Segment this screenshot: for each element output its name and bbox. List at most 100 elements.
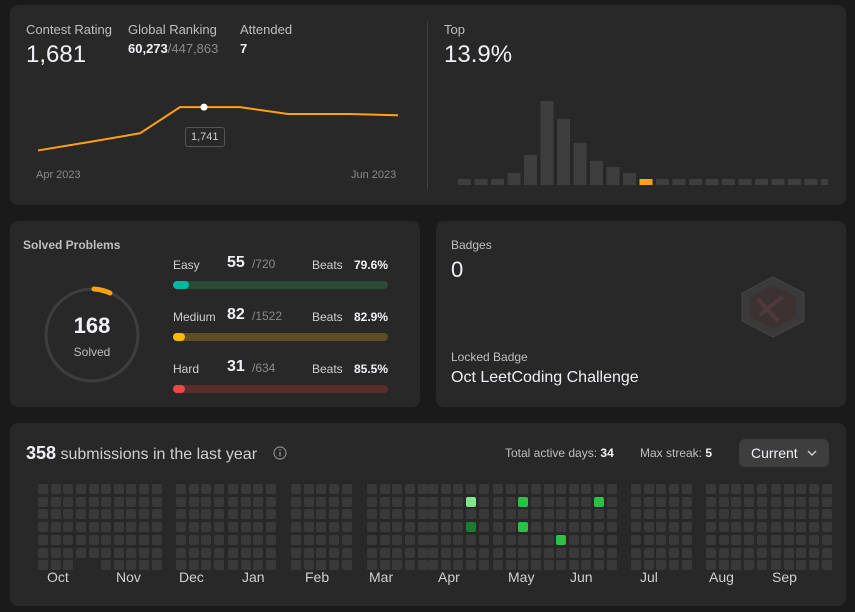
heatmap-cell[interactable] bbox=[101, 496, 111, 507]
histogram-bar[interactable] bbox=[656, 179, 669, 185]
heatmap-cell[interactable] bbox=[756, 522, 767, 533]
heatmap-cell[interactable] bbox=[303, 509, 314, 520]
heatmap-cell[interactable] bbox=[440, 509, 451, 520]
heatmap-cell[interactable] bbox=[417, 509, 428, 520]
heatmap-cell[interactable] bbox=[50, 547, 61, 558]
heatmap-cell[interactable] bbox=[493, 522, 503, 533]
heatmap-cell[interactable] bbox=[771, 509, 781, 520]
heatmap-cell[interactable] bbox=[796, 522, 807, 533]
heatmap-cell[interactable] bbox=[50, 534, 61, 545]
heatmap-cell[interactable] bbox=[405, 560, 416, 571]
heatmap-cell[interactable] bbox=[568, 509, 579, 520]
heatmap-cell[interactable] bbox=[176, 547, 186, 558]
heatmap-cell[interactable] bbox=[783, 484, 794, 494]
heatmap-cell[interactable] bbox=[392, 496, 403, 507]
heatmap-cell[interactable] bbox=[809, 522, 820, 533]
heatmap-cell[interactable] bbox=[756, 547, 767, 558]
heatmap-cell[interactable] bbox=[505, 547, 516, 558]
heatmap-cell[interactable] bbox=[63, 484, 74, 494]
heatmap-cell[interactable] bbox=[76, 547, 87, 558]
heatmap-cell[interactable] bbox=[643, 522, 654, 533]
heatmap-cell[interactable] bbox=[417, 560, 428, 571]
heatmap-cell[interactable] bbox=[771, 522, 781, 533]
heatmap-cell[interactable] bbox=[706, 522, 716, 533]
heatmap-cell[interactable] bbox=[405, 547, 416, 558]
heatmap-cell[interactable] bbox=[493, 509, 503, 520]
heatmap-cell[interactable] bbox=[76, 496, 87, 507]
heatmap-cell[interactable] bbox=[771, 547, 781, 558]
histogram-bar[interactable] bbox=[474, 179, 488, 185]
heatmap-cell[interactable] bbox=[303, 522, 314, 533]
heatmap-cell[interactable] bbox=[428, 534, 438, 545]
heatmap-cell[interactable] bbox=[656, 547, 667, 558]
heatmap-cell[interactable] bbox=[291, 534, 301, 545]
heatmap-cell[interactable] bbox=[681, 560, 692, 571]
heatmap-cell[interactable] bbox=[329, 522, 340, 533]
heatmap-cell[interactable] bbox=[681, 522, 692, 533]
heatmap-cell[interactable] bbox=[139, 496, 150, 507]
heatmap-cell[interactable] bbox=[291, 484, 301, 494]
heatmap-cell[interactable] bbox=[379, 534, 390, 545]
heatmap-cell[interactable] bbox=[606, 522, 617, 533]
heatmap-cell[interactable] bbox=[379, 496, 390, 507]
heatmap-cell[interactable] bbox=[681, 509, 692, 520]
heatmap-cell[interactable] bbox=[744, 534, 755, 545]
heatmap-cell[interactable] bbox=[240, 496, 251, 507]
heatmap-cell[interactable] bbox=[531, 509, 542, 520]
rating-highlight-point[interactable] bbox=[200, 103, 208, 111]
heatmap-cell[interactable] bbox=[367, 547, 377, 558]
heatmap-cell[interactable] bbox=[417, 547, 428, 558]
heatmap-cell[interactable] bbox=[744, 484, 755, 494]
heatmap-cell[interactable] bbox=[656, 522, 667, 533]
heatmap-cell[interactable] bbox=[176, 509, 186, 520]
heatmap-cell[interactable] bbox=[606, 509, 617, 520]
heatmap-cell[interactable] bbox=[796, 560, 807, 571]
heatmap-cell[interactable] bbox=[201, 509, 212, 520]
heatmap-cell[interactable] bbox=[253, 547, 264, 558]
heatmap-cell[interactable] bbox=[809, 547, 820, 558]
heatmap-cell[interactable] bbox=[50, 509, 61, 520]
heatmap-cell[interactable] bbox=[783, 522, 794, 533]
heatmap-cell[interactable] bbox=[669, 496, 680, 507]
heatmap-cell[interactable] bbox=[581, 509, 592, 520]
heatmap-cell[interactable] bbox=[253, 509, 264, 520]
heatmap-cell[interactable] bbox=[151, 522, 162, 533]
heatmap-cell[interactable] bbox=[568, 496, 579, 507]
heatmap-cell[interactable] bbox=[392, 484, 403, 494]
heatmap-cell[interactable] bbox=[756, 509, 767, 520]
heatmap-cell[interactable] bbox=[291, 547, 301, 558]
histogram-bar[interactable] bbox=[705, 179, 719, 185]
heatmap-cell[interactable] bbox=[796, 547, 807, 558]
heatmap-cell[interactable] bbox=[417, 534, 428, 545]
heatmap-cell[interactable] bbox=[214, 522, 225, 533]
heatmap-cell[interactable] bbox=[606, 484, 617, 494]
heatmap-cell[interactable] bbox=[88, 484, 99, 494]
heatmap-cell[interactable] bbox=[428, 560, 438, 571]
heatmap-cell[interactable] bbox=[669, 547, 680, 558]
heatmap-cell[interactable] bbox=[783, 496, 794, 507]
heatmap-cell[interactable] bbox=[731, 522, 742, 533]
heatmap-cell[interactable] bbox=[669, 509, 680, 520]
heatmap-cell[interactable] bbox=[139, 534, 150, 545]
heatmap-cell[interactable] bbox=[38, 534, 48, 545]
heatmap-cell[interactable] bbox=[214, 484, 225, 494]
histogram-bar[interactable] bbox=[573, 143, 587, 185]
heatmap-cell[interactable] bbox=[543, 484, 554, 494]
heatmap-cell[interactable] bbox=[379, 484, 390, 494]
heatmap-cell[interactable] bbox=[253, 534, 264, 545]
heatmap-cell[interactable] bbox=[214, 496, 225, 507]
heatmap-cell[interactable] bbox=[228, 484, 238, 494]
heatmap-cell[interactable] bbox=[266, 534, 277, 545]
heatmap-cell[interactable] bbox=[809, 560, 820, 571]
histogram-bar[interactable] bbox=[672, 179, 686, 185]
heatmap-cell[interactable] bbox=[643, 484, 654, 494]
heatmap-cell[interactable] bbox=[76, 534, 87, 545]
heatmap-cell[interactable] bbox=[453, 496, 464, 507]
heatmap-cell[interactable] bbox=[631, 509, 641, 520]
heatmap-cell[interactable] bbox=[367, 509, 377, 520]
heatmap-cell[interactable] bbox=[518, 547, 529, 558]
heatmap-cell[interactable] bbox=[214, 534, 225, 545]
histogram-bar[interactable] bbox=[540, 101, 554, 185]
heatmap-cell[interactable] bbox=[809, 509, 820, 520]
heatmap-cell[interactable] bbox=[453, 509, 464, 520]
